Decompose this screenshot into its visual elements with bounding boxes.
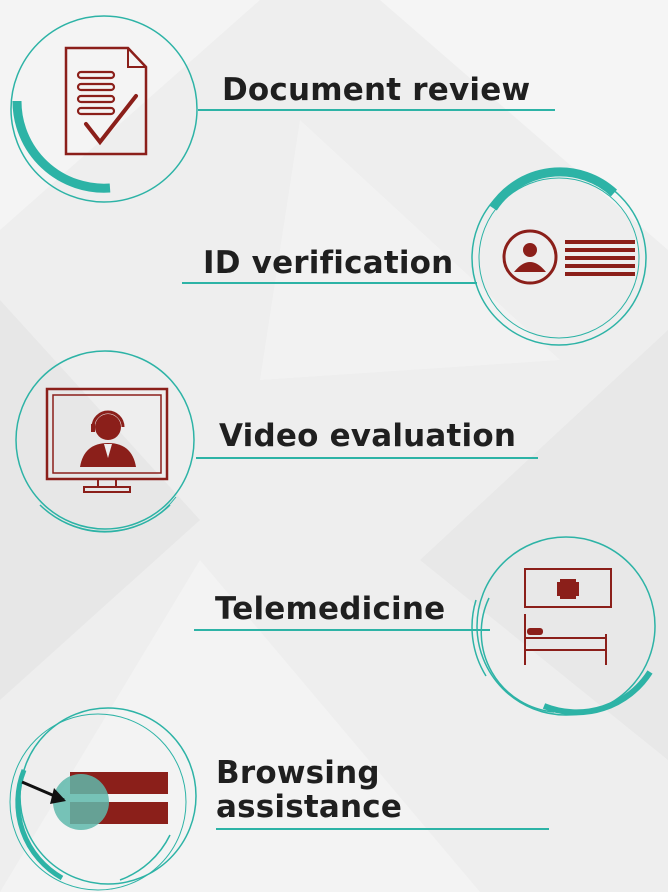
item-label-document-review: Document review	[222, 72, 531, 108]
item-label-browsing-assistance: Browsing assistance	[216, 756, 402, 824]
item-label-video-evaluation: Video evaluation	[219, 418, 517, 454]
item-label-line-1: Browsing	[216, 755, 380, 791]
item-label-telemedicine: Telemedicine	[215, 591, 446, 627]
item-label-line-2: assistance	[216, 789, 403, 825]
item-label-id-verification: ID verification	[203, 245, 454, 281]
